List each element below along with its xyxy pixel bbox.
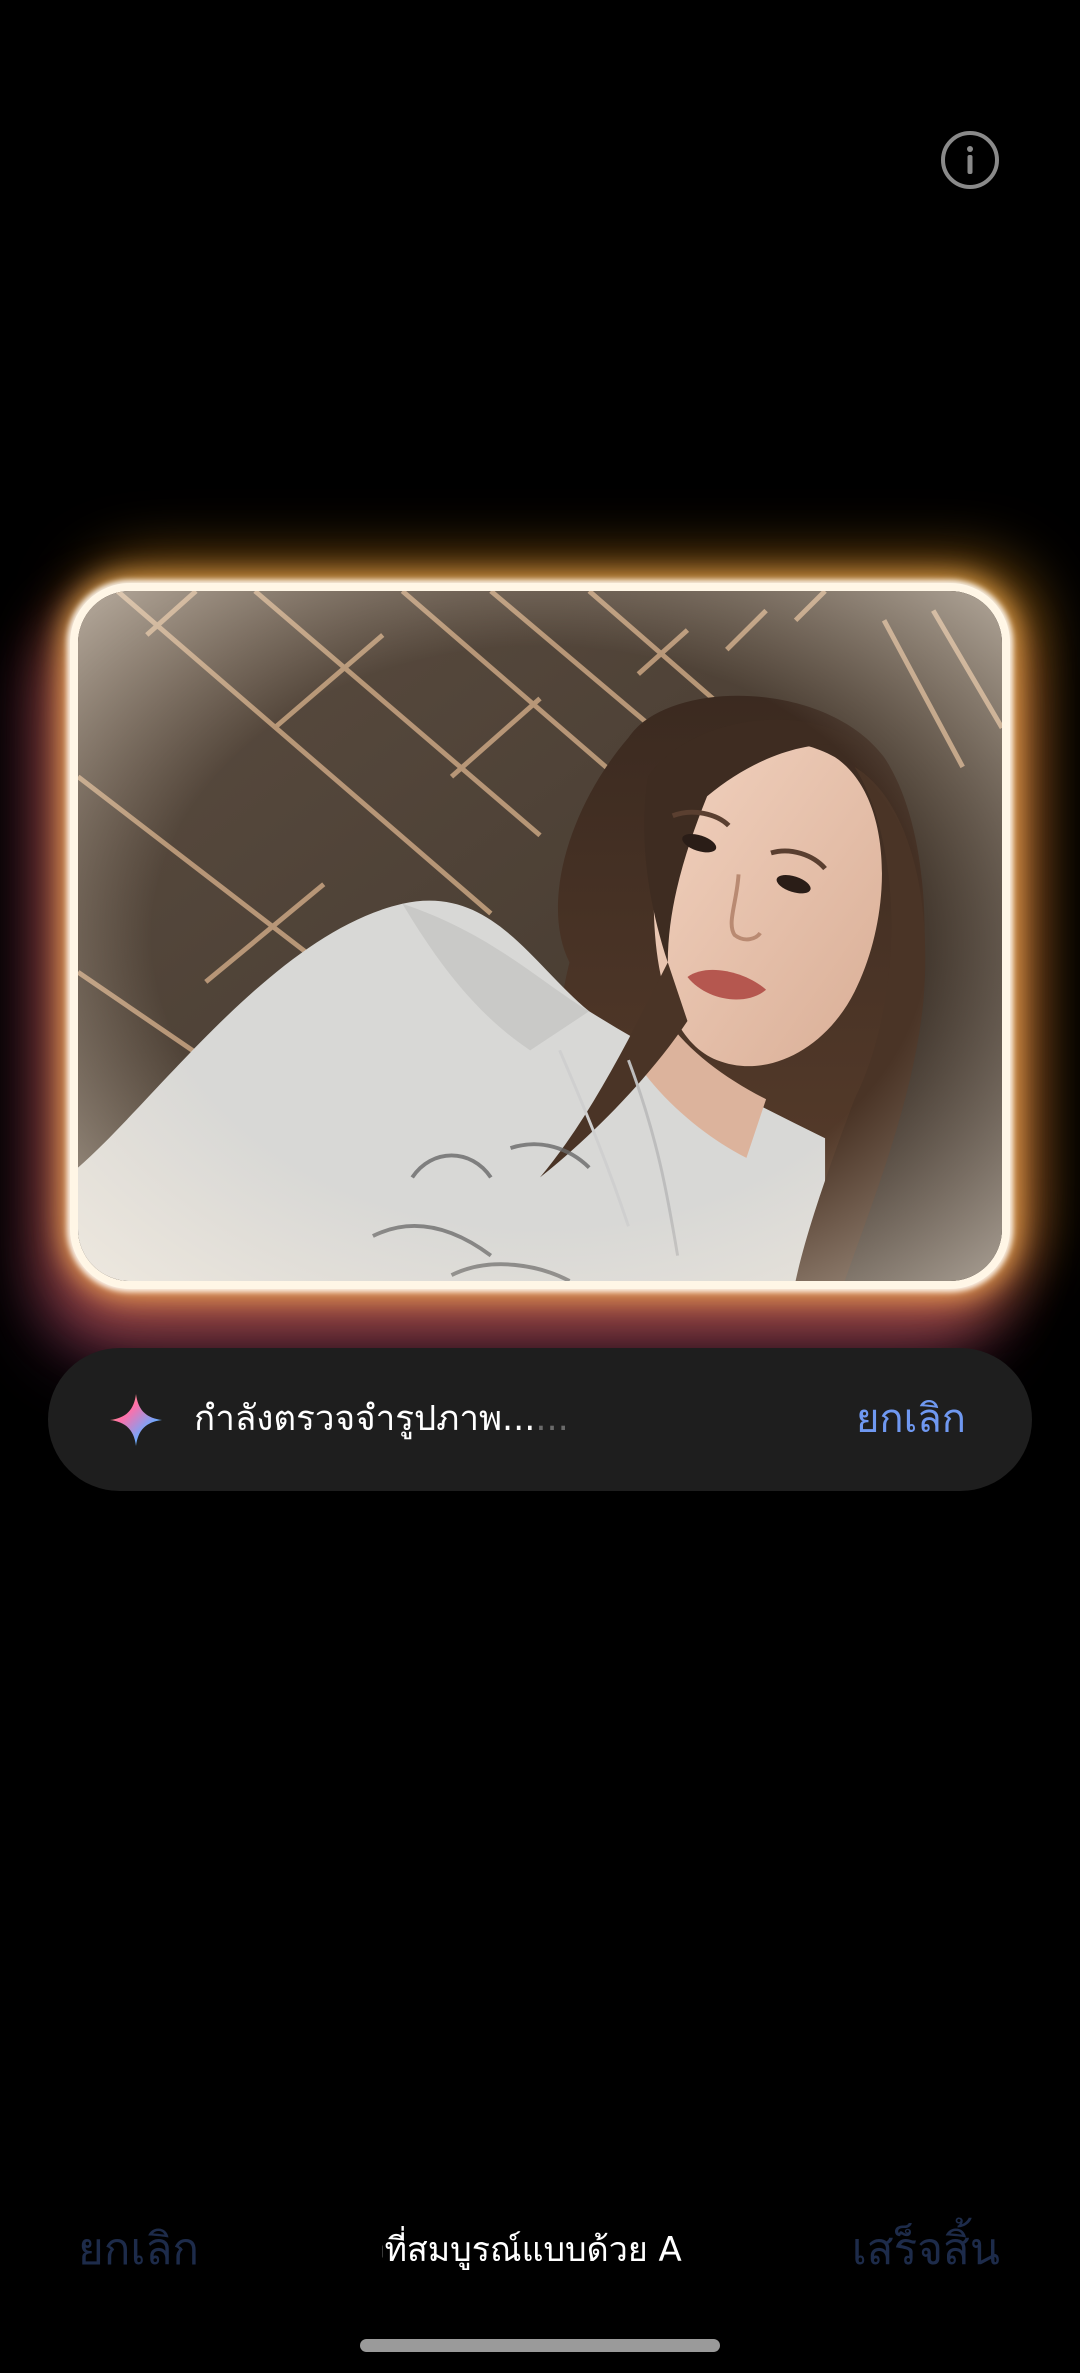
home-indicator[interactable]	[360, 2339, 720, 2352]
done-button[interactable]: เสร็จสิ้น	[852, 2210, 1000, 2290]
scrolling-title: งที่สมบูรณ์แบบด้วย A	[382, 2210, 696, 2290]
recognition-status-text: กำลังตรวจจำรูปภาพ......	[194, 1399, 569, 1439]
image-recognition-screen: กำลังตรวจจำรูปภาพ...... ยกเลิก ยกเลิก งท…	[0, 0, 1080, 2373]
photo-preview	[70, 583, 1010, 1289]
scrolling-title-text: งที่สมบูรณ์แบบด้วย A	[382, 2230, 682, 2270]
cancel-button[interactable]: ยกเลิก	[78, 2210, 199, 2290]
ai-sparkle-icon	[110, 1394, 162, 1446]
bottom-action-bar: ยกเลิก งที่สมบูรณ์แบบด้วย A เสร็จสิ้น	[0, 2210, 1080, 2290]
info-icon	[967, 146, 973, 174]
info-button[interactable]	[941, 131, 999, 189]
loading-dots: ...	[535, 1399, 569, 1439]
portrait-photo	[78, 591, 1002, 1281]
recognition-status-bar: กำลังตรวจจำรูปภาพ...... ยกเลิก	[48, 1348, 1032, 1491]
cancel-recognition-button[interactable]: ยกเลิก	[856, 1348, 966, 1491]
